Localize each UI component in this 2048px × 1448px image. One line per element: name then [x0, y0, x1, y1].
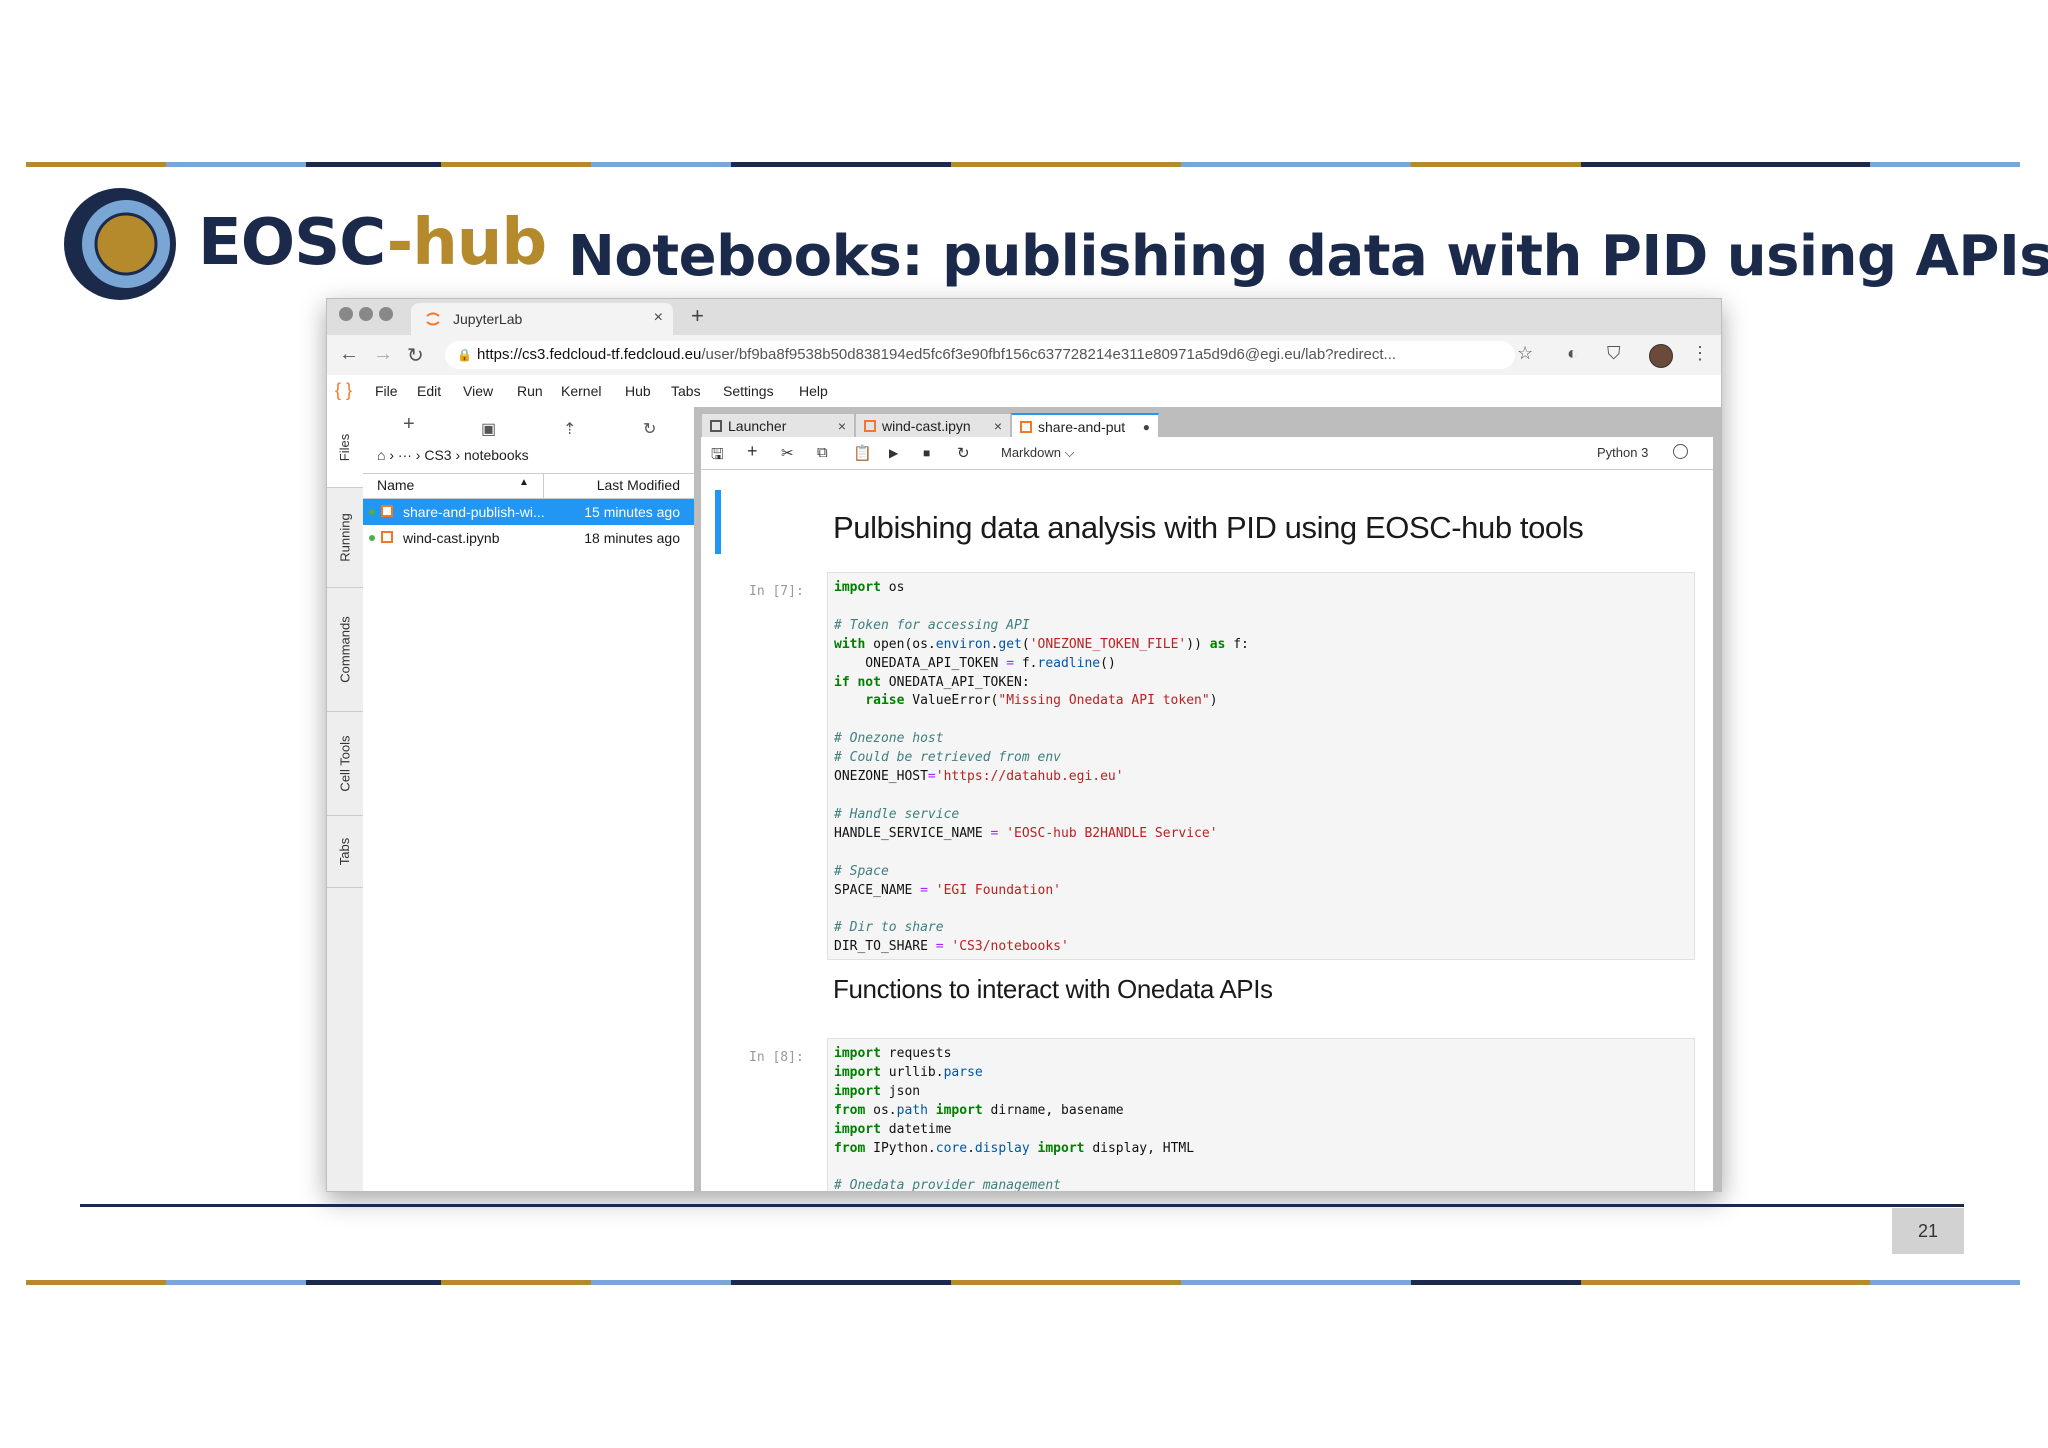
url-path: /user/bf9ba8f9538b50d838194ed5fc6f3e90fb… — [701, 346, 1397, 363]
upload-icon[interactable]: ⇡ — [563, 419, 576, 439]
cut-icon[interactable]: ✂ — [781, 444, 794, 462]
url-field[interactable]: 🔒 https://cs3.fedcloud-tf.fedcloud.eu/us… — [445, 341, 1515, 369]
run-icon[interactable]: ▶ — [889, 446, 898, 460]
menu-file[interactable]: File — [375, 383, 398, 399]
new-launcher-icon[interactable]: + — [403, 413, 415, 436]
reload-icon[interactable]: ↻ — [407, 343, 424, 368]
main-dock-area: Launcher × wind-cast.ipyn × share-and-pu… — [695, 407, 1721, 1191]
sidetab-running[interactable]: Running — [327, 487, 363, 588]
sort-ascending-icon[interactable]: ▲ — [519, 477, 529, 488]
window-close-dot[interactable] — [339, 307, 353, 321]
browser-menu-icon[interactable]: ⋮ — [1691, 343, 1709, 364]
eosc-hub-wordmark: EOSC-hub — [198, 206, 547, 280]
notebook-cells: Pulbishing data analysis with PID using … — [701, 470, 1713, 1191]
new-folder-icon[interactable]: ▣ — [481, 419, 496, 439]
url-host: https://cs3.fedcloud-tf.fedcloud.eu — [477, 346, 702, 363]
menu-settings[interactable]: Settings — [723, 383, 774, 399]
stop-icon[interactable]: ■ — [923, 446, 930, 460]
menu-help[interactable]: Help — [799, 383, 828, 399]
name-column-header[interactable]: Name — [377, 477, 414, 493]
bookmark-star-icon[interactable]: ☆ — [1517, 343, 1533, 364]
menu-edit[interactable]: Edit — [417, 383, 441, 399]
insert-cell-icon[interactable]: + — [747, 441, 758, 462]
kernel-status-icon — [1673, 444, 1688, 459]
doc-tab-share-and-publish[interactable]: share-and-put ● — [1011, 413, 1159, 440]
footer-rule — [80, 1204, 1964, 1207]
save-icon[interactable]: 🖫 — [711, 444, 724, 469]
cell-prompt: In [7]: — [749, 584, 804, 599]
breadcrumb-ellipsis[interactable]: › ··· › — [389, 447, 420, 463]
notebook-icon — [381, 531, 393, 543]
modified-column-header[interactable]: Last Modified — [597, 477, 680, 493]
notebook-icon — [864, 420, 876, 432]
left-sidebar-tabs: Files Running Commands Cell Tools Tabs — [327, 407, 364, 1191]
jupyter-logo-icon: { } — [335, 380, 353, 400]
menu-hub[interactable]: Hub — [625, 383, 651, 399]
menu-run[interactable]: Run — [517, 383, 543, 399]
sidetab-cell-tools[interactable]: Cell Tools — [327, 711, 363, 816]
top-color-stripe — [26, 162, 2020, 167]
cell-type-select[interactable]: Markdown ⌵ — [1001, 445, 1074, 461]
notebook-panel: 🖫 + ✂ ⧉ 📋 ▶ ■ ↻ Markdown ⌵ Python 3 Pulb… — [701, 437, 1713, 1191]
breadcrumb-path[interactable]: CS3 › notebooks — [424, 447, 528, 463]
window-minimize-dot[interactable] — [359, 307, 373, 321]
close-tab-icon[interactable]: × — [838, 414, 846, 438]
file-row-share-and-publish[interactable]: share-and-publish-wi... 15 minutes ago — [363, 499, 694, 525]
sidetab-tabs[interactable]: Tabs — [327, 815, 363, 888]
menu-tabs[interactable]: Tabs — [671, 383, 701, 399]
bottom-color-stripe — [26, 1280, 2020, 1285]
address-bar-row: ← → ↻ 🔒 https://cs3.fedcloud-tf.fedcloud… — [327, 335, 1721, 376]
home-icon[interactable]: ⌂ — [377, 447, 385, 463]
sidetab-files[interactable]: Files — [327, 407, 363, 488]
cell-prompt: In [8]: — [749, 1050, 804, 1065]
browser-tab-title: JupyterLab — [453, 311, 523, 327]
refresh-icon[interactable]: ↻ — [643, 419, 656, 439]
menu-kernel[interactable]: Kernel — [561, 383, 601, 399]
page-number: 21 — [1892, 1208, 1964, 1254]
paste-icon[interactable]: 📋 — [853, 444, 872, 462]
running-status-icon — [369, 509, 375, 515]
column-divider — [543, 474, 544, 498]
document-tab-bar: Launcher × wind-cast.ipyn × share-and-pu… — [695, 407, 1721, 440]
close-tab-icon[interactable]: × — [994, 414, 1002, 438]
launcher-icon — [710, 420, 722, 432]
kernel-name[interactable]: Python 3 — [1597, 445, 1648, 460]
doc-tab-launcher[interactable]: Launcher × — [701, 413, 855, 438]
sidetab-commands[interactable]: Commands — [327, 587, 363, 712]
window-zoom-dot[interactable] — [379, 307, 393, 321]
forward-arrow-icon[interactable]: → — [373, 343, 393, 366]
markdown-heading-1[interactable]: Pulbishing data analysis with PID using … — [833, 510, 1584, 546]
active-cell-indicator — [715, 490, 721, 554]
bookmark-icon[interactable]: ⛉ — [1607, 343, 1621, 364]
slide-title: Notebooks: publishing data with PID usin… — [568, 224, 2048, 289]
file-browser-panel: + ▣ ⇡ ↻ ⌂ › ··· › CS3 › notebooks Name ▲… — [363, 407, 695, 1191]
browser-tab-strip: JupyterLab × + — [327, 299, 1721, 335]
file-row-wind-cast[interactable]: wind-cast.ipynb 18 minutes ago — [363, 525, 694, 551]
extension-icon[interactable]: ◐ — [1567, 343, 1578, 364]
close-tab-icon[interactable]: × — [654, 309, 663, 327]
notebook-toolbar: 🖫 + ✂ ⧉ 📋 ▶ ■ ↻ Markdown ⌵ Python 3 — [701, 437, 1713, 470]
markdown-heading-2[interactable]: Functions to interact with Onedata APIs — [833, 974, 1273, 1005]
file-list-header: Name ▲ Last Modified — [363, 473, 694, 499]
unsaved-dot-icon[interactable]: ● — [1143, 415, 1150, 439]
profile-avatar[interactable] — [1649, 344, 1673, 368]
running-status-icon — [369, 535, 375, 541]
restart-icon[interactable]: ↻ — [957, 444, 970, 462]
code-cell-2[interactable]: import requests import urllib.parse impo… — [827, 1038, 1695, 1191]
jupyterlab-menubar: { } File Edit View Run Kernel Hub Tabs S… — [327, 375, 1721, 408]
lock-icon: 🔒 — [457, 348, 472, 362]
notebook-icon — [1020, 421, 1032, 433]
jupyter-favicon-icon — [426, 312, 440, 326]
browser-window: JupyterLab × + ← → ↻ 🔒 https://cs3.fedcl… — [326, 298, 1722, 1192]
browser-tab-jupyterlab[interactable]: JupyterLab × — [411, 303, 673, 335]
breadcrumb: ⌂ › ··· › CS3 › notebooks — [377, 447, 529, 463]
menu-view[interactable]: View — [463, 383, 493, 399]
back-arrow-icon[interactable]: ← — [339, 343, 359, 366]
copy-icon[interactable]: ⧉ — [817, 444, 828, 461]
doc-tab-wind-cast[interactable]: wind-cast.ipyn × — [855, 413, 1011, 438]
new-tab-icon[interactable]: + — [691, 303, 704, 329]
code-cell-1[interactable]: import os # Token for accessing API with… — [827, 572, 1695, 960]
notebook-icon — [381, 505, 393, 517]
